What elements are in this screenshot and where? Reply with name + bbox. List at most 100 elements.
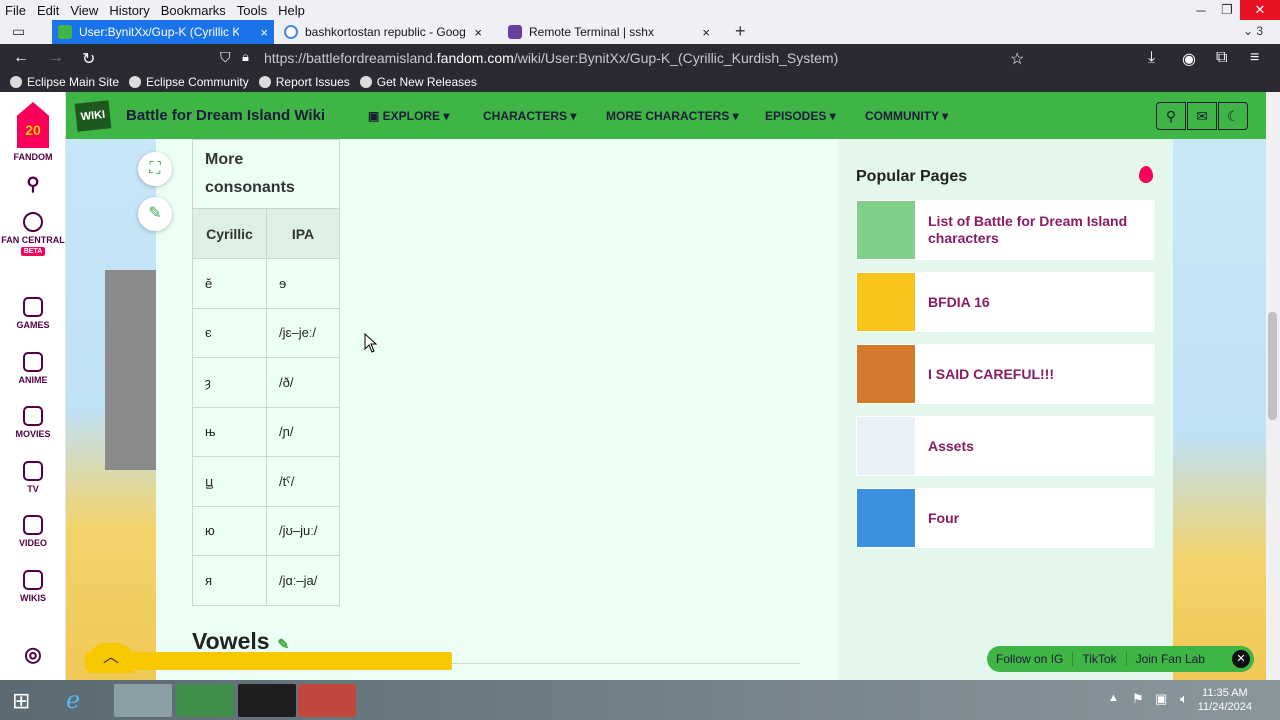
eclipse-icon (129, 76, 142, 88)
windows-start-icon[interactable]: ⊞ (12, 688, 30, 714)
dark-mode-icon[interactable]: ☾ (1218, 102, 1248, 130)
menu-view[interactable]: View (65, 3, 104, 18)
fandom-favicon-icon (58, 25, 72, 39)
network-icon[interactable]: ▣ (1155, 691, 1167, 707)
bookmark-eclipse-main[interactable]: Eclipse Main Site (10, 75, 119, 89)
extensions-icon[interactable]: ⧉ (1216, 49, 1227, 67)
menu-tools[interactable]: Tools (232, 3, 273, 18)
menu-help[interactable]: Help (273, 3, 311, 18)
fullscreen-icon[interactable]: ⛶ (138, 152, 172, 186)
tiktok-link[interactable]: TikTok (1073, 652, 1127, 666)
tab-overflow[interactable]: ⌄ 3 (1243, 24, 1263, 38)
volume-muted-icon[interactable]: 🔈︎ (1180, 691, 1188, 707)
close-tab-icon[interactable]: × (260, 25, 268, 40)
wiki-logo[interactable]: WIKI (74, 100, 112, 132)
discussions-icon[interactable]: ✉ (1187, 102, 1217, 130)
tab-list-icon[interactable]: ▭ (12, 23, 25, 40)
search-icon[interactable]: ⚲ (0, 174, 66, 195)
follow-ig-link[interactable]: Follow on IG (987, 652, 1074, 666)
shield-icon[interactable]: ⛉ (220, 49, 231, 66)
popular-page-link[interactable]: BFDIA 16 (928, 294, 990, 311)
games-link[interactable]: GAMES (0, 297, 66, 330)
internet-explorer-icon[interactable]: ℯ (66, 686, 80, 715)
ipa-cell: /jʊ–juː/ (266, 505, 340, 556)
lock-icon[interactable]: 🔒︎ (242, 49, 249, 65)
close-window-icon[interactable]: ✕ (1240, 0, 1280, 20)
nav-explore[interactable]: ▣ EXPLORE ▾ (368, 109, 449, 123)
menu-file[interactable]: File (0, 3, 32, 18)
toolbar-strip (85, 652, 452, 670)
edit-pencil-icon[interactable]: ✎ (138, 197, 172, 231)
clapperboard-icon (23, 406, 43, 426)
back-icon[interactable]: ← (13, 49, 29, 67)
reload-icon[interactable]: ↻ (82, 49, 95, 69)
account-icon[interactable]: ◉ (1182, 49, 1196, 69)
popular-page-link[interactable]: I SAID CAREFUL!!! (928, 366, 1054, 383)
video-link[interactable]: VIDEO (0, 515, 66, 548)
nav-characters[interactable]: CHARACTERS ▾ (483, 109, 576, 123)
wiki-title[interactable]: Battle for Dream Island Wiki (126, 107, 325, 124)
popular-page-item[interactable]: BFDIA 16 (856, 272, 1154, 332)
popular-page-link[interactable]: List of Battle for Dream Island characte… (928, 213, 1154, 247)
popular-page-link[interactable]: Assets (928, 438, 974, 455)
scrollbar-thumb[interactable] (1268, 312, 1277, 420)
fan-central-link[interactable]: FAN CENTRAL BETA (0, 212, 66, 256)
maximize-icon[interactable]: ❐ (1214, 2, 1240, 18)
new-tab-icon[interactable]: + (735, 21, 746, 42)
nav-episodes[interactable]: EPISODES ▾ (765, 109, 836, 123)
popular-page-link[interactable]: Four (928, 510, 959, 527)
bookmark-star-icon[interactable]: ☆ (1010, 49, 1024, 69)
menu-bookmarks[interactable]: Bookmarks (156, 3, 232, 18)
popular-page-item[interactable]: I SAID CAREFUL!!! (856, 344, 1154, 404)
menu-history[interactable]: History (104, 3, 155, 18)
user-avatar-icon[interactable]: ◎ (0, 642, 66, 667)
downloads-icon[interactable]: ⤓ (1148, 49, 1155, 67)
tab-google[interactable]: bashkortostan republic - Google × (278, 20, 488, 44)
tv-link[interactable]: TV (0, 461, 66, 494)
search-icon[interactable]: ⚲ (1156, 102, 1186, 130)
scroll-up-chevron-icon[interactable]: ︿ (88, 643, 134, 673)
bookmark-get-new-releases[interactable]: Get New Releases (359, 75, 477, 89)
tray-expand-icon[interactable]: ▲ (1108, 692, 1119, 704)
close-tab-icon[interactable]: × (474, 25, 482, 40)
close-social-icon[interactable]: ✕ (1232, 650, 1250, 668)
menu-edit[interactable]: Edit (32, 3, 65, 18)
file-explorer-icon[interactable] (114, 684, 172, 717)
social-bar: Follow on IG TikTok Join Fan Lab ✕ (987, 646, 1254, 672)
bookmark-eclipse-community[interactable]: Eclipse Community (129, 75, 249, 89)
section-heading-vowels: Vowels ✎ (192, 628, 289, 655)
movies-link[interactable]: MOVIES (0, 406, 66, 439)
close-tab-icon[interactable]: × (702, 25, 710, 40)
popular-page-item[interactable]: List of Battle for Dream Island characte… (856, 200, 1154, 260)
anime-link[interactable]: ANIME (0, 352, 66, 385)
tab-bfdi-wiki[interactable]: User:BynitXx/Gup-K (Cyrillic Kur × (52, 20, 274, 44)
fandom-home-link[interactable]: 20 FANDOM (0, 102, 66, 162)
table-row: є/jɛ–jeː/ (192, 307, 340, 358)
cyrillic-cell: ӗ (192, 258, 267, 309)
nav-community[interactable]: COMMUNITY ▾ (865, 109, 948, 123)
bookmark-label: Eclipse Main Site (27, 75, 120, 89)
bookmark-label: Get New Releases (376, 75, 477, 89)
join-fan-lab-link[interactable]: Join Fan Lab (1127, 652, 1214, 666)
menu-hamburger-icon[interactable]: ≡ (1250, 49, 1259, 67)
flag-icon[interactable]: ⚑ (1132, 691, 1144, 707)
wikis-link[interactable]: WIKIS (0, 570, 66, 603)
popular-page-item[interactable]: Four (856, 488, 1154, 548)
forward-icon[interactable]: → (48, 49, 64, 67)
tab-count: 3 (1256, 24, 1264, 38)
nav-more-characters[interactable]: MORE CHARACTERS ▾ (606, 109, 739, 123)
bookmark-report-issues[interactable]: Report Issues (258, 75, 350, 89)
github-icon (359, 76, 372, 88)
popular-page-item[interactable]: Assets (856, 416, 1154, 476)
clock-time: 11:35 AM (1202, 687, 1248, 699)
edit-section-icon[interactable]: ✎ (278, 636, 290, 652)
spreadsheet-app-icon[interactable] (176, 684, 234, 717)
command-prompt-icon[interactable] (238, 684, 296, 717)
tab-sshx[interactable]: Remote Terminal | sshx × (502, 20, 716, 44)
minimize-icon[interactable]: ─ (1188, 3, 1214, 18)
ipa-cell: /ɲ/ (266, 406, 340, 457)
taskbar-clock[interactable]: 11:35 AM 11/24/2024 (1198, 686, 1252, 714)
page-thumbnail (857, 345, 915, 403)
url-field[interactable]: ⛉ 🔒︎ https://battlefordreamisland.fandom… (212, 46, 1042, 70)
active-app-icon[interactable] (298, 684, 356, 717)
